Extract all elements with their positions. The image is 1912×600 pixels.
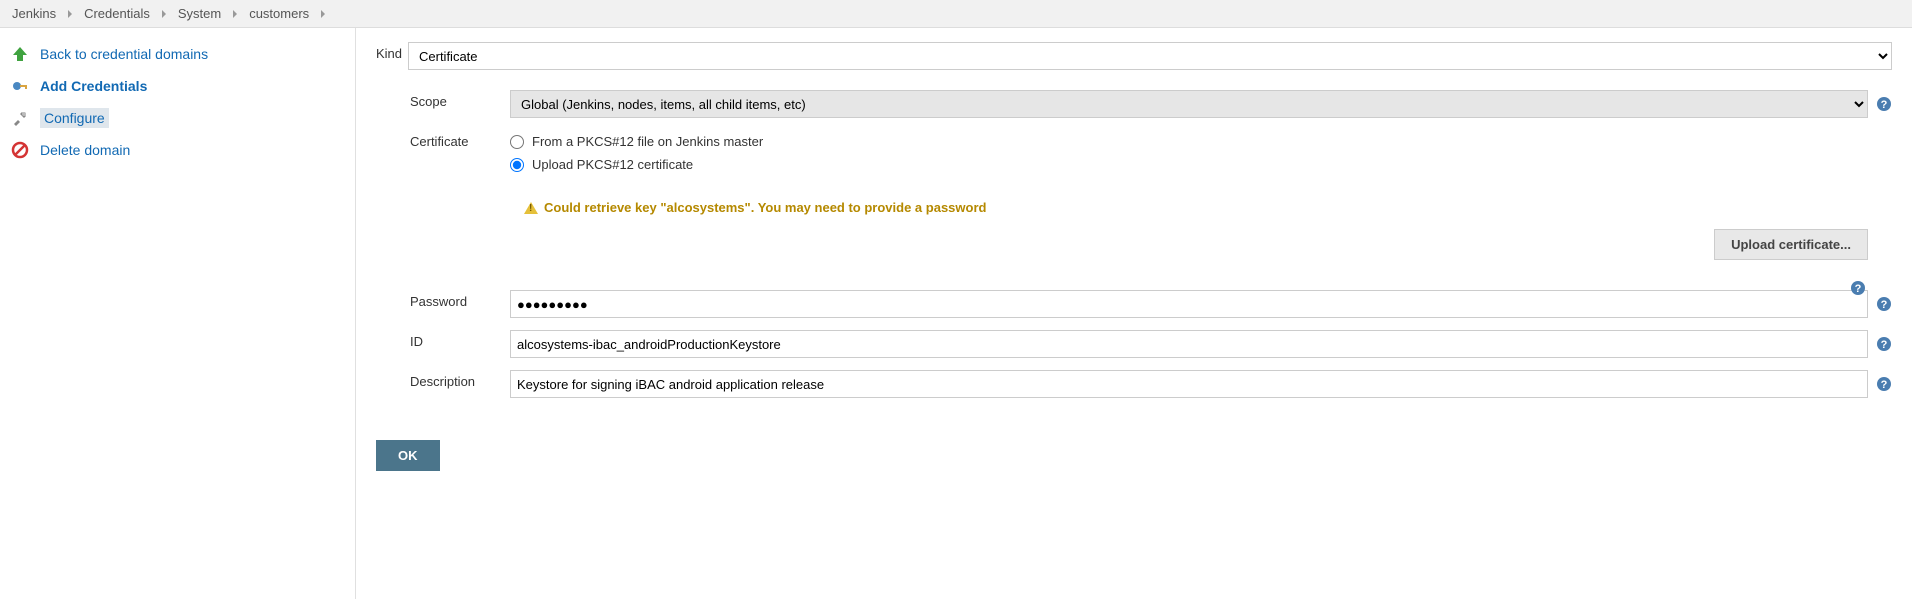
warning-icon [524,202,538,214]
upload-certificate-button[interactable]: Upload certificate... [1714,229,1868,260]
svg-text:?: ? [1881,379,1888,391]
help-icon[interactable]: ? [1850,280,1866,296]
scope-select[interactable]: Global (Jenkins, nodes, items, all child… [510,90,1868,118]
breadcrumb-customers[interactable]: customers [249,6,309,21]
arrow-up-icon [10,44,30,64]
help-icon[interactable]: ? [1876,336,1892,352]
breadcrumb-system[interactable]: System [178,6,221,21]
cert-option-upload[interactable]: Upload PKCS#12 certificate [510,157,1892,172]
description-label: Description [410,370,510,389]
id-input[interactable] [510,330,1868,358]
sidebar-item-add-credentials[interactable]: Add Credentials [0,70,355,102]
password-label: Password [410,290,510,309]
breadcrumb-jenkins[interactable]: Jenkins [12,6,56,21]
help-icon[interactable]: ? [1876,296,1892,312]
chevron-right-icon [233,10,237,18]
sidebar-item-delete-domain[interactable]: Delete domain [0,134,355,166]
cert-radio-upload[interactable] [510,158,524,172]
svg-text:?: ? [1881,99,1888,111]
svg-text:?: ? [1881,299,1888,311]
cert-option-file[interactable]: From a PKCS#12 file on Jenkins master [510,134,1892,149]
breadcrumb-credentials[interactable]: Credentials [84,6,150,21]
help-icon[interactable]: ? [1876,376,1892,392]
chevron-right-icon [321,10,325,18]
kind-label: Kind [376,42,408,61]
svg-text:?: ? [1881,339,1888,351]
sidebar: Back to credential domains Add Credentia… [0,28,356,599]
kind-select[interactable]: Certificate [408,42,1892,70]
ok-button[interactable]: OK [376,440,440,471]
svg-text:?: ? [1855,283,1862,295]
help-icon[interactable]: ? [1876,96,1892,112]
chevron-right-icon [68,10,72,18]
description-input[interactable] [510,370,1868,398]
scope-label: Scope [410,90,510,109]
warning-message: Could retrieve key "alcosystems". You ma… [524,200,1892,215]
chevron-right-icon [162,10,166,18]
main-form: Kind Certificate Scope Global (Jenkins, … [356,28,1912,599]
breadcrumb: Jenkins Credentials System customers [0,0,1912,28]
certificate-label: Certificate [410,130,510,149]
cert-radio-file-label: From a PKCS#12 file on Jenkins master [532,134,763,149]
id-label: ID [410,330,510,349]
cert-radio-upload-label: Upload PKCS#12 certificate [532,157,693,172]
password-input[interactable] [510,290,1868,318]
cert-radio-file[interactable] [510,135,524,149]
delete-icon [10,140,30,160]
key-icon [10,76,30,96]
sidebar-item-configure[interactable]: Configure [0,102,355,134]
sidebar-item-back[interactable]: Back to credential domains [0,38,355,70]
tools-icon [10,108,30,128]
